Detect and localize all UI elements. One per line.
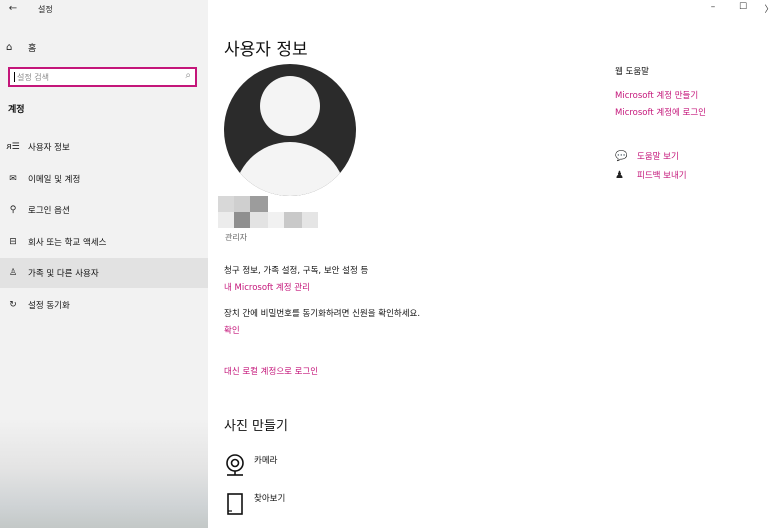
sidebar-item-label: 가족 및 다른 사용자 bbox=[28, 269, 99, 279]
sidebar-background-fade bbox=[0, 418, 208, 528]
user-info-icon: ᴙ☰ bbox=[6, 142, 20, 152]
text-caret bbox=[14, 72, 15, 82]
briefcase-icon: ⊟ bbox=[9, 237, 17, 247]
sidebar-item-user-info[interactable]: ᴙ☰ 사용자 정보 bbox=[0, 132, 208, 162]
app-title: 설정 bbox=[38, 5, 53, 14]
send-feedback-link[interactable]: ♟ 피드백 보내기 bbox=[615, 169, 687, 182]
web-help-title: 웹 도움말 bbox=[615, 67, 649, 77]
sidebar-item-label: 사용자 정보 bbox=[28, 143, 70, 153]
camera-button[interactable]: 카메라 bbox=[224, 454, 277, 478]
search-placeholder: 설정 검색 bbox=[17, 73, 49, 82]
search-icon[interactable]: ⌕ bbox=[185, 70, 191, 81]
avatar-body-shape bbox=[234, 142, 346, 196]
camera-icon bbox=[224, 454, 246, 478]
home-icon: ⌂ bbox=[6, 41, 13, 53]
page-title: 사용자 정보 bbox=[224, 40, 308, 60]
browse-button[interactable]: 찾아보기 bbox=[224, 492, 285, 516]
sidebar-item-label: 로그인 옵션 bbox=[28, 206, 70, 216]
account-role: 관리자 bbox=[225, 233, 248, 242]
billing-info-text: 청구 정보, 가족 설정, 구독, 보안 설정 등 bbox=[224, 266, 369, 276]
send-feedback-label: 피드백 보내기 bbox=[637, 171, 687, 181]
get-help-label: 도움말 보기 bbox=[637, 152, 679, 162]
sidebar-item-signin-options[interactable]: ⚲ 로그인 옵션 bbox=[0, 195, 208, 225]
title-bar: ← 설정 bbox=[0, 0, 208, 18]
sidebar-item-work-access[interactable]: ⊟ 회사 또는 학교 액세스 bbox=[0, 227, 208, 257]
signin-microsoft-account-link[interactable]: Microsoft 계정에 로그인 bbox=[615, 106, 706, 118]
manage-microsoft-account-link[interactable]: 내 Microsoft 계정 관리 bbox=[224, 281, 310, 293]
get-help-link[interactable]: 💬 도움말 보기 bbox=[615, 150, 679, 163]
browse-file-icon bbox=[224, 492, 246, 516]
close-button[interactable]: 〉 bbox=[762, 2, 773, 15]
local-account-signin-link[interactable]: 대신 로컬 계정으로 로그인 bbox=[224, 365, 318, 377]
home-nav-item[interactable]: ⌂ 홈 bbox=[6, 40, 36, 54]
sidebar-item-label: 이메일 및 계정 bbox=[28, 175, 81, 185]
mail-icon: ✉ bbox=[9, 174, 17, 184]
sync-password-text: 장치 간에 비밀번호를 동기화하려면 신원을 확인하세요. bbox=[224, 309, 421, 319]
home-label: 홈 bbox=[28, 43, 37, 54]
verify-link[interactable]: 확인 bbox=[224, 324, 240, 336]
browse-label: 찾아보기 bbox=[254, 494, 286, 504]
minimize-button[interactable]: – bbox=[706, 2, 720, 12]
feedback-icon: ♟ bbox=[615, 169, 624, 181]
settings-search-input[interactable]: 설정 검색 ⌕ bbox=[8, 67, 197, 87]
key-icon: ⚲ bbox=[9, 205, 17, 215]
sidebar: ← 설정 ⌂ 홈 설정 검색 ⌕ 계정 ᴙ☰ 사용자 정보 ✉ 이메일 및 계정… bbox=[0, 0, 208, 528]
sync-icon: ↻ bbox=[9, 300, 17, 310]
sidebar-item-sync-settings[interactable]: ↻ 설정 동기화 bbox=[0, 290, 208, 320]
create-photo-heading: 사진 만들기 bbox=[224, 419, 288, 434]
create-microsoft-account-link[interactable]: Microsoft 계정 만들기 bbox=[615, 89, 698, 101]
user-avatar bbox=[224, 64, 356, 196]
camera-label: 카메라 bbox=[254, 456, 278, 466]
back-button[interactable]: ← bbox=[6, 2, 20, 16]
sidebar-item-family-users[interactable]: ♙ 가족 및 다른 사용자 bbox=[0, 258, 208, 288]
sidebar-item-label: 회사 또는 학교 액세스 bbox=[28, 238, 107, 248]
sidebar-item-email-accounts[interactable]: ✉ 이메일 및 계정 bbox=[0, 164, 208, 194]
help-chat-icon: 💬 bbox=[615, 150, 628, 162]
sidebar-item-label: 설정 동기화 bbox=[28, 301, 70, 311]
people-icon: ♙ bbox=[8, 268, 18, 278]
maximize-button[interactable]: ☐ bbox=[736, 2, 750, 12]
sidebar-section-title: 계정 bbox=[8, 105, 25, 115]
avatar-head-shape bbox=[260, 76, 320, 136]
